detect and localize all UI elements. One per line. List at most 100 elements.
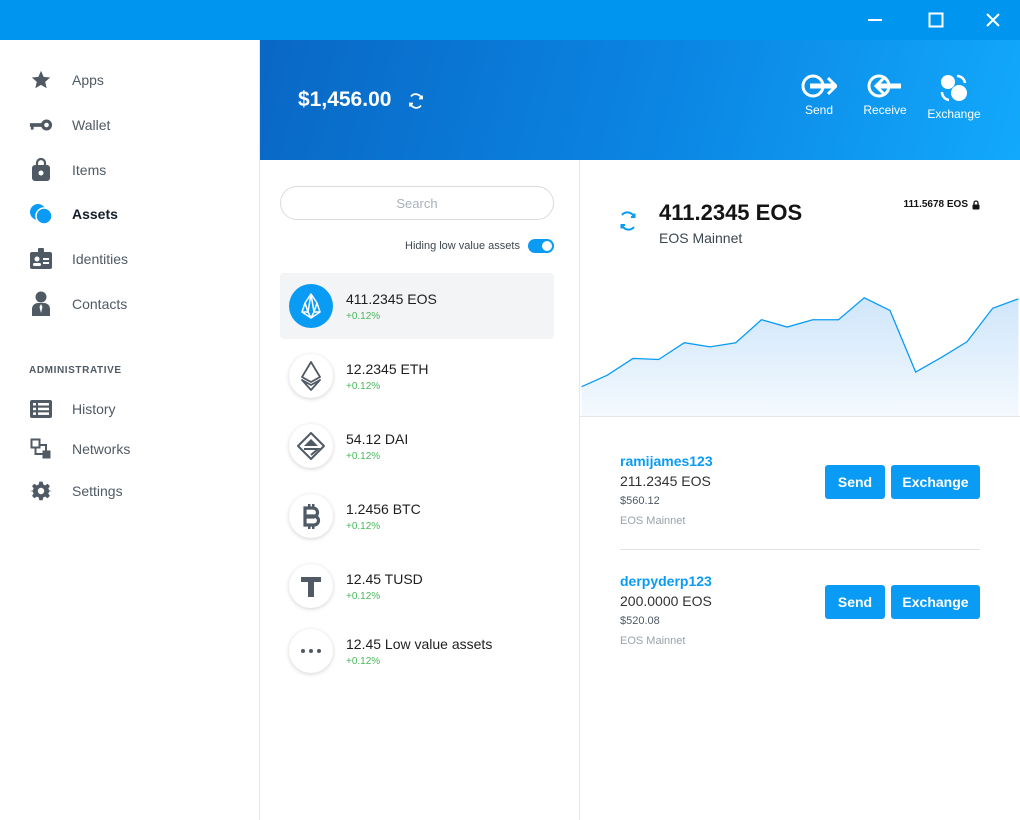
btc-icon: [289, 494, 333, 538]
account-network: EOS Mainnet: [620, 635, 686, 647]
key-icon: [29, 113, 53, 137]
asset-item-low-value[interactable]: 12.45 Low value assets +0.12%: [280, 618, 554, 684]
person-icon: [29, 291, 53, 316]
balance-chart: [580, 297, 1020, 417]
minimize-icon: [868, 19, 882, 21]
account-name[interactable]: derpyderp123: [620, 573, 712, 589]
sidebar-item-label: Settings: [72, 483, 123, 499]
asset-amount: 411.2345 EOS: [659, 200, 803, 225]
hide-low-value-label: Hiding low value assets: [405, 240, 520, 252]
account-name[interactable]: ramijames123: [620, 453, 713, 469]
asset-item-eth[interactable]: 12.2345 ETH +0.12%: [280, 343, 554, 409]
refresh-icon: [620, 211, 636, 231]
gear-icon: [29, 479, 53, 503]
sidebar-item-label: Wallet: [72, 117, 111, 133]
dai-icon: [289, 424, 333, 468]
more-icon: [289, 629, 333, 673]
account-usd-value: $520.08: [620, 615, 660, 627]
header-receive-label: Receive: [863, 103, 907, 117]
minimize-button[interactable]: [847, 0, 903, 40]
asset-name: 1.2456 BTC: [346, 501, 421, 517]
asset-item-btc[interactable]: 1.2456 BTC +0.12%: [280, 483, 554, 549]
sidebar-item-history[interactable]: History: [0, 389, 259, 429]
account-exchange-button[interactable]: Exchange: [891, 465, 980, 499]
account-exchange-button[interactable]: Exchange: [891, 585, 980, 619]
asset-item-dai[interactable]: 54.12 DAI +0.12%: [280, 413, 554, 479]
account-row: derpyderp123 200.0000 EOS $520.08 EOS Ma…: [620, 573, 980, 673]
sidebar: Apps Wallet Items Assets Identities Cont…: [0, 40, 260, 820]
header-exchange-label: Exchange: [927, 107, 981, 121]
close-button[interactable]: [965, 0, 1020, 40]
list-icon: [29, 397, 53, 421]
account-send-button[interactable]: Send: [825, 585, 885, 619]
sidebar-item-label: Items: [72, 162, 107, 178]
asset-item-eos[interactable]: 411.2345 EOS +0.12%: [280, 273, 554, 339]
header-send-label: Send: [804, 103, 834, 117]
asset-change: +0.12%: [346, 656, 381, 667]
star-icon: [29, 68, 53, 92]
asset-name: 12.2345 ETH: [346, 361, 429, 377]
sidebar-item-items[interactable]: Items: [0, 150, 259, 190]
account-divider: [620, 549, 980, 550]
title-bar: [0, 0, 1020, 40]
refresh-icon: [409, 93, 423, 109]
sidebar-item-label: Apps: [72, 72, 104, 88]
account-usd-value: $560.12: [620, 495, 660, 507]
asset-name: 12.45 TUSD: [346, 571, 423, 587]
sidebar-item-settings[interactable]: Settings: [0, 471, 259, 511]
asset-change: +0.12%: [346, 311, 381, 322]
account-balance: 211.2345 EOS: [620, 473, 711, 489]
asset-list-panel: Hiding low value assets 411.2345 EOS +0.…: [260, 160, 580, 820]
sidebar-item-contacts[interactable]: Contacts: [0, 284, 259, 324]
send-icon: [801, 74, 837, 98]
locked-amount: 111.5678 EOS: [903, 199, 968, 210]
sidebar-item-networks[interactable]: Networks: [0, 429, 259, 469]
id-card-icon: [29, 247, 53, 271]
balance-header: $1,456.00 Send Receive Exchange: [260, 40, 1020, 160]
sidebar-item-apps[interactable]: Apps: [0, 60, 259, 100]
exchange-icon: [940, 74, 967, 102]
sidebar-item-identities[interactable]: Identities: [0, 239, 259, 279]
asset-change: +0.12%: [346, 451, 381, 462]
asset-network: EOS Mainnet: [659, 230, 743, 246]
sidebar-item-wallet[interactable]: Wallet: [0, 105, 259, 145]
network-icon: [29, 437, 53, 461]
maximize-button[interactable]: [908, 0, 964, 40]
coins-icon: [29, 202, 53, 226]
account-network: EOS Mainnet: [620, 515, 686, 527]
asset-change: +0.12%: [346, 521, 381, 532]
header-receive-button[interactable]: Receive: [853, 73, 917, 125]
asset-search-input[interactable]: [280, 186, 554, 220]
maximize-icon: [928, 12, 944, 28]
eos-icon: [289, 284, 333, 328]
sidebar-item-label: Contacts: [72, 296, 128, 312]
hide-low-value-toggle[interactable]: [528, 239, 554, 253]
eth-icon: [289, 354, 333, 398]
chart-area: [581, 297, 1019, 416]
section-title-administrative: ADMINISTRATIVE: [29, 365, 122, 376]
close-icon: [986, 13, 1000, 27]
account-row: ramijames123 211.2345 EOS $560.12 EOS Ma…: [620, 453, 980, 553]
asset-name: 54.12 DAI: [346, 431, 409, 447]
asset-change: +0.12%: [346, 591, 381, 602]
header-exchange-button[interactable]: Exchange: [922, 73, 986, 125]
tusd-icon: [289, 564, 333, 608]
asset-item-tusd[interactable]: 12.45 TUSD +0.12%: [280, 553, 554, 619]
header-send-button[interactable]: Send: [787, 73, 851, 125]
sidebar-item-assets[interactable]: Assets: [0, 194, 259, 234]
account-balance: 200.0000 EOS: [620, 593, 712, 609]
refresh-balance-button[interactable]: [407, 92, 425, 115]
account-send-button[interactable]: Send: [825, 465, 885, 499]
sidebar-item-label: Networks: [72, 441, 131, 457]
asset-detail-panel: 411.2345 EOS EOS Mainnet 111.5678 EOS ra…: [580, 160, 1020, 820]
sidebar-item-label: History: [72, 401, 116, 417]
locked-balance: 111.5678 EOS: [903, 199, 980, 210]
asset-name: 411.2345 EOS: [346, 291, 437, 307]
refresh-asset-button[interactable]: [618, 210, 638, 237]
asset-change: +0.12%: [346, 381, 381, 392]
total-balance: $1,456.00: [298, 88, 392, 111]
bag-icon: [29, 158, 53, 182]
sidebar-item-label: Identities: [72, 251, 129, 267]
lock-icon: [972, 199, 980, 209]
sidebar-item-label: Assets: [72, 206, 118, 222]
